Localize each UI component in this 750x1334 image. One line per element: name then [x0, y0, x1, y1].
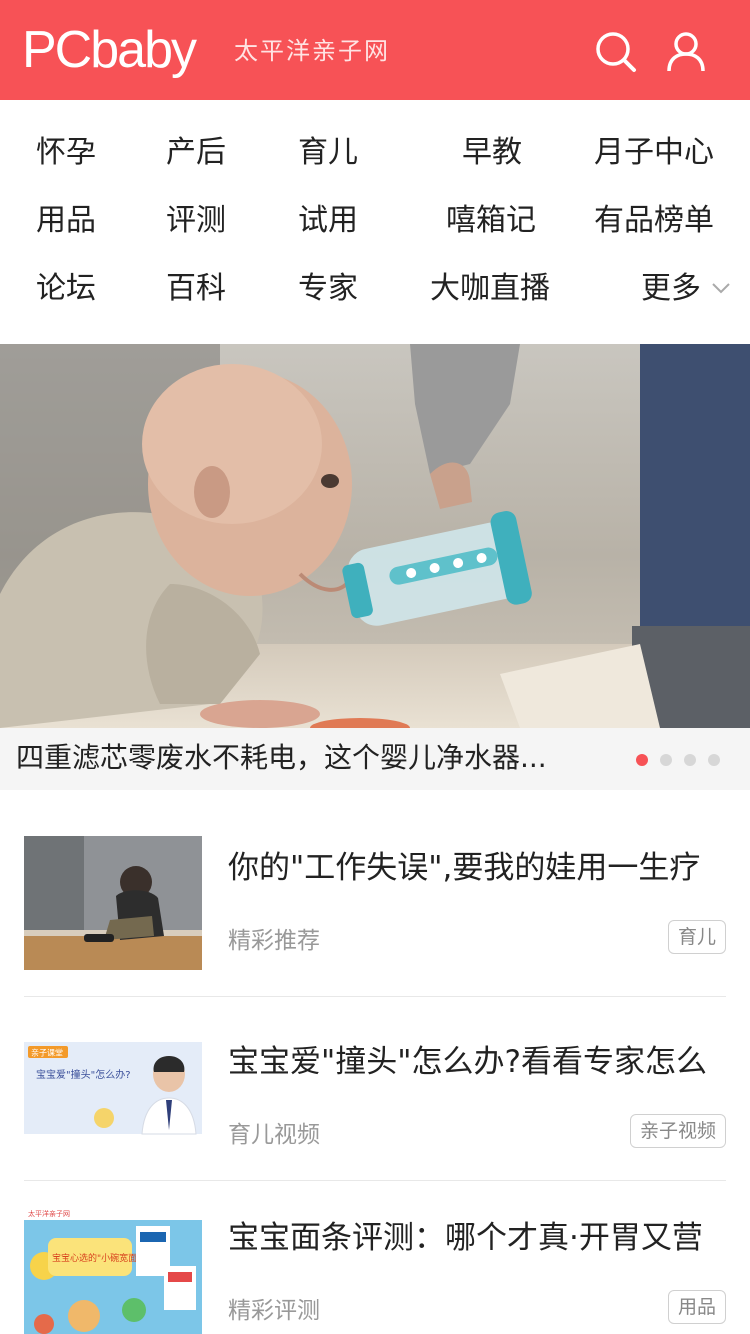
divider — [24, 996, 726, 997]
nav-item-live[interactable]: 大咖直播 — [430, 269, 550, 309]
app-header: PCbaby 太平洋亲子网 — [0, 0, 750, 100]
nav-item-encyclopedia[interactable]: 百科 — [166, 269, 226, 309]
carousel-dot-2[interactable] — [660, 754, 672, 766]
hero-caption-bar: 四重滤芯零废水不耗电，这个婴儿净水器... — [0, 728, 750, 790]
nav-item-trial[interactable]: 试用 — [298, 201, 358, 241]
nav-item-parenting[interactable]: 育儿 — [298, 133, 358, 173]
article-title[interactable]: 宝宝面条评测：哪个才真·开胃又营 — [228, 1216, 726, 1260]
site-tagline: 太平洋亲子网 — [234, 37, 390, 65]
article-item[interactable]: 亲子课堂 宝宝爱"撞头"怎么办? 宝宝爱"撞头"怎么办?看看专家怎么 育儿视频 … — [24, 1030, 726, 1164]
article-source: 精彩评测 — [228, 1298, 320, 1324]
nav-item-pregnancy[interactable]: 怀孕 — [36, 133, 96, 173]
nav-item-experts[interactable]: 专家 — [298, 269, 358, 309]
nav-item-early-education[interactable]: 早教 — [462, 133, 522, 173]
article-item[interactable]: 太平洋亲子网 宝宝心选的"小碗宽面" 宝宝面条评测：哪个才真·开胃又营 精彩评测… — [24, 1206, 726, 1334]
chevron-down-icon[interactable] — [711, 281, 731, 295]
logo[interactable]: PCbaby — [22, 22, 197, 78]
nav-item-unboxing[interactable]: 嘻箱记 — [446, 201, 536, 241]
nav-item-product-ranking[interactable]: 有品榜单 — [594, 201, 714, 241]
search-icon[interactable] — [594, 30, 638, 74]
article-tag[interactable]: 亲子视频 — [629, 1114, 726, 1148]
thumb-badge-text: 亲子课堂 — [31, 1048, 63, 1058]
article-title[interactable]: 你的"工作失误",要我的娃用一生疗 — [228, 846, 726, 890]
divider — [24, 1180, 726, 1181]
carousel-dot-3[interactable] — [684, 754, 696, 766]
thumb-headline-text: 宝宝心选的"小碗宽面" — [52, 1252, 141, 1264]
article-thumbnail[interactable] — [24, 836, 202, 970]
user-icon[interactable] — [664, 30, 708, 74]
article-source: 精彩推荐 — [228, 928, 320, 954]
article-tag[interactable]: 育儿 — [667, 920, 726, 954]
article-thumbnail[interactable]: 太平洋亲子网 宝宝心选的"小碗宽面" — [24, 1206, 202, 1334]
article-item[interactable]: 你的"工作失误",要我的娃用一生疗 精彩推荐 育儿 — [24, 836, 726, 970]
nav-item-products[interactable]: 用品 — [36, 201, 96, 241]
hero-image[interactable] — [0, 344, 750, 728]
nav-item-reviews[interactable]: 评测 — [166, 201, 226, 241]
hero-carousel[interactable]: 四重滤芯零废水不耗电，这个婴儿净水器... — [0, 344, 750, 790]
thumb-site-text: 太平洋亲子网 — [28, 1209, 70, 1218]
category-nav: 怀孕 产后 育儿 早教 月子中心 用品 评测 试用 嘻箱记 有品榜单 论坛 百科… — [0, 100, 750, 344]
nav-item-forum[interactable]: 论坛 — [36, 269, 96, 309]
article-title[interactable]: 宝宝爱"撞头"怎么办?看看专家怎么 — [228, 1040, 726, 1084]
article-tag[interactable]: 用品 — [667, 1290, 726, 1324]
hero-caption[interactable]: 四重滤芯零废水不耗电，这个婴儿净水器... — [16, 738, 596, 778]
carousel-dot-1[interactable] — [636, 754, 648, 766]
article-source: 育儿视频 — [228, 1122, 320, 1148]
thumb-headline-text: 宝宝爱"撞头"怎么办? — [36, 1068, 131, 1081]
nav-item-postpartum[interactable]: 产后 — [166, 133, 226, 173]
carousel-dot-4[interactable] — [708, 754, 720, 766]
nav-item-confinement-center[interactable]: 月子中心 — [594, 133, 714, 173]
nav-item-more[interactable]: 更多 — [641, 269, 701, 309]
article-thumbnail[interactable]: 亲子课堂 宝宝爱"撞头"怎么办? — [24, 1030, 202, 1164]
